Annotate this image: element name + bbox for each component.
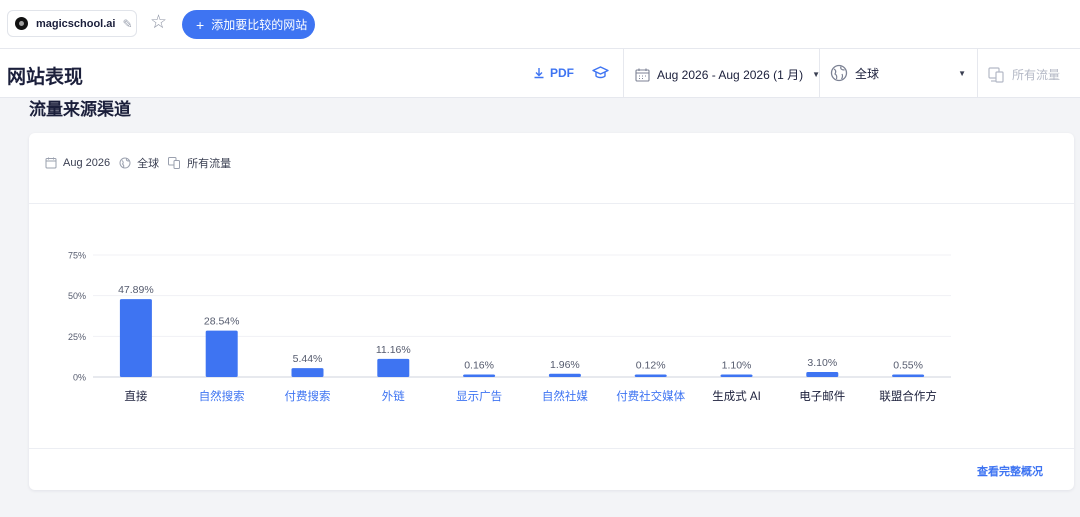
card-filters: Aug 2026 全球 所有流量 [45,155,240,171]
bar [806,371,839,377]
header-divider [977,49,978,97]
region-label: 全球 [855,66,880,81]
card-divider [29,448,1074,449]
chevron-down-icon: ▼ [958,69,966,78]
bar-value-label: 0.55% [893,360,923,372]
bar [463,374,496,377]
devices-icon [988,66,1004,83]
section-title: 流量来源渠道 [29,100,131,119]
view-full-overview-link[interactable]: 查看完整概况 [977,463,1043,479]
bar [119,299,152,377]
star-icon[interactable]: ☆ [150,13,167,33]
header-divider [819,49,820,97]
top-bar: magicschool.ai ✎ ☆ + 添加要比较的网站 [0,0,1080,49]
bar [291,368,324,377]
y-tick-label: 25% [68,332,86,342]
plus-icon: + [196,16,205,33]
pdf-label: PDF [550,66,574,80]
category-label[interactable]: 显示广告 [456,390,502,403]
category-label[interactable]: 付费社交媒体 [616,389,685,403]
bar-value-label: 0.12% [636,360,666,372]
globe-icon [119,157,131,169]
bar-value-label: 1.96% [550,359,580,371]
y-tick-label: 50% [68,291,86,301]
calendar-icon [635,68,650,82]
site-name: magicschool.ai [36,17,116,30]
graduation-cap-icon[interactable] [592,65,609,81]
filter-traffic: 所有流量 [187,158,232,170]
category-label: 生成式 AI [712,389,761,403]
bar-value-label: 0.16% [464,360,494,372]
traffic-type-selector[interactable]: 所有流量 [988,66,1060,83]
site-logo-icon [15,17,28,30]
bar-value-label: 5.44% [293,353,323,365]
bar [720,374,753,377]
category-label: 联盟合作方 [879,389,937,403]
bar [205,330,238,377]
bar-value-label: 3.10% [807,357,837,369]
category-label[interactable]: 外链 [382,389,405,403]
category-label[interactable]: 付费搜索 [285,389,331,403]
category-label: 电子邮件 [799,389,845,403]
category-label[interactable]: 自然搜索 [199,389,245,403]
bar [892,374,925,377]
y-tick-label: 75% [68,251,86,261]
header-divider [623,49,624,97]
add-compare-button[interactable]: + 添加要比较的网站 [182,10,315,39]
bar-value-label: 47.89% [118,284,154,296]
date-range-label: Aug 2026 - Aug 2026 (1 月) [657,68,804,82]
filter-date: Aug 2026 [63,157,111,169]
category-label: 直接 [124,389,147,403]
traffic-type-label: 所有流量 [1012,68,1061,82]
y-tick-label: 0% [73,373,86,383]
site-chip[interactable]: magicschool.ai ✎ [7,10,137,37]
page-title: 网站表现 [7,67,84,88]
traffic-channels-card: Aug 2026 全球 所有流量 0% 25% 50% 75% 47.89% 直接 28.5… [29,133,1074,490]
filter-region: 全球 [137,158,160,170]
add-compare-label: 添加要比较的网站 [211,18,308,32]
calendar-icon [45,157,57,169]
bar-value-label: 11.16% [376,344,411,356]
pdf-download-button[interactable]: PDF [533,66,574,80]
category-label[interactable]: 自然社媒 [542,389,588,403]
download-icon [534,68,544,79]
bar-value-label: 28.54% [204,316,240,328]
bar-value-label: 1.10% [722,360,752,372]
bar [634,374,667,377]
globe-icon [830,64,848,82]
region-selector[interactable]: 全球 ▼ [830,64,970,82]
edit-pencil-icon[interactable]: ✎ [122,17,132,31]
date-range-selector[interactable]: Aug 2026 - Aug 2026 (1 月) ▼ [635,66,820,83]
page-header: 网站表现 PDF Aug 2026 - Aug 2026 (1 月) ▼ 全球 … [0,49,1080,98]
bar [377,358,410,377]
traffic-channels-bar-chart: 0% 25% 50% 75% 47.89% 直接 28.54% 自然搜索 5.44% 付费搜索 11… [68,251,951,403]
devices-icon [168,157,181,169]
bar [548,373,581,377]
